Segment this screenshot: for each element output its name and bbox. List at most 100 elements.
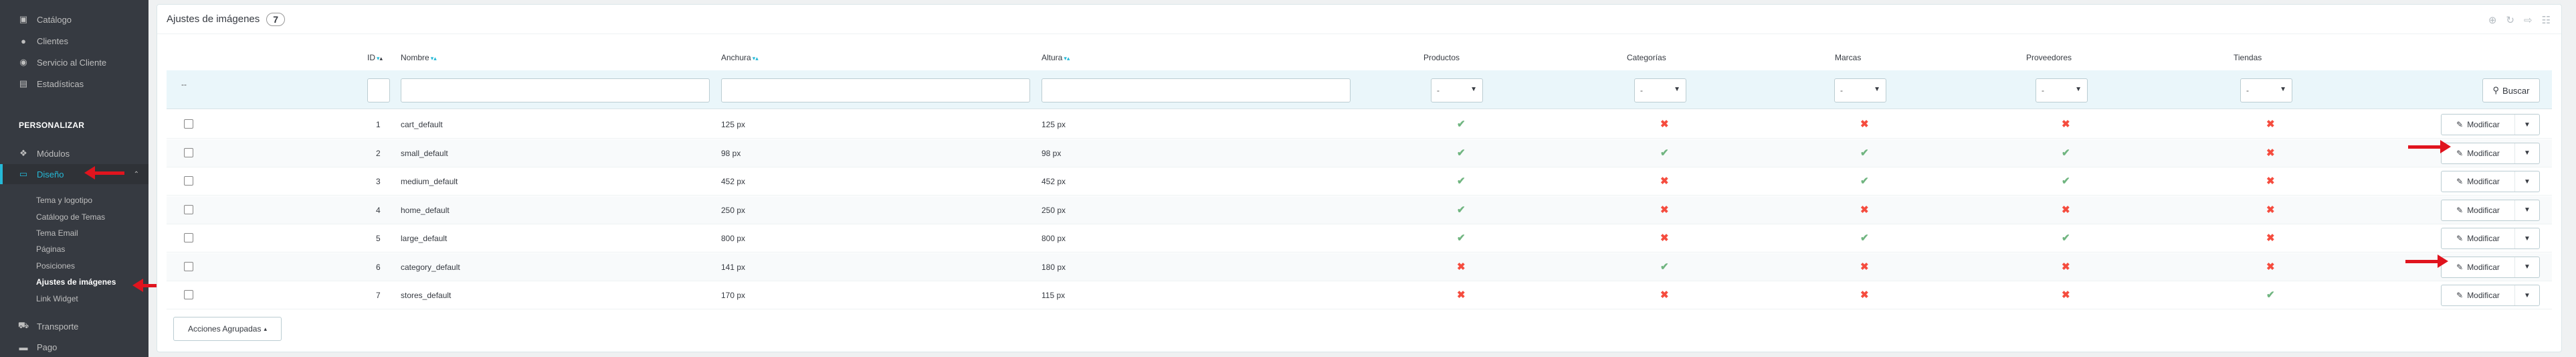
sidebar-subitem[interactable]: Páginas (36, 244, 65, 254)
row-checkbox[interactable] (184, 176, 193, 186)
cross-icon: ✖ (1860, 204, 1869, 216)
sidebar-subitem[interactable]: Link Widget (36, 294, 78, 303)
col-brands-header: Marcas (1835, 53, 1862, 62)
sidebar-item-label: Módulos (37, 148, 70, 159)
row-checkbox[interactable] (184, 290, 193, 299)
search-icon: ⚲ (2492, 85, 2500, 95)
row-checkbox[interactable] (184, 147, 193, 157)
panel-title: Ajustes de imágenes (167, 13, 260, 25)
check-icon: ✔ (1457, 147, 1466, 159)
filter-width-input[interactable] (721, 78, 1030, 102)
sidebar-subitem[interactable]: Tema Email (36, 228, 78, 238)
sidebar-subitem[interactable]: Catálogo de Temas (36, 212, 105, 222)
filter-name-input[interactable] (401, 78, 710, 102)
filter-brands-select[interactable]: - ▼ (1834, 78, 1886, 102)
filter-suppliers-select[interactable]: - ▼ (2036, 78, 2088, 102)
modify-button[interactable]: ✎ Modificar (2442, 257, 2515, 277)
row-actions-dropdown[interactable]: ▼ (2515, 121, 2539, 129)
filter-id-input[interactable] (367, 78, 390, 102)
row-actions-dropdown[interactable]: ▼ (2515, 292, 2539, 299)
modify-button[interactable]: ✎ Modificar (2442, 200, 2515, 220)
filter-height-input[interactable] (1042, 78, 1351, 102)
caret-down-icon: ▼ (2524, 121, 2531, 129)
col-width-header[interactable]: Anchura ▾▴ (721, 53, 759, 62)
modify-button[interactable]: ✎ Modificar (2442, 285, 2515, 305)
col-height-header[interactable]: Altura ▾▴ (1042, 53, 1070, 62)
caret-down-icon: ▼ (2524, 291, 2531, 299)
cell-id: 1 (376, 120, 381, 129)
sidebar-subitem[interactable]: Posiciones (36, 261, 75, 271)
add-icon[interactable]: ⊕ (2488, 14, 2497, 26)
check-icon: ✔ (2062, 175, 2070, 187)
modify-button[interactable]: ✎ Modificar (2442, 228, 2515, 248)
row-actions-dropdown[interactable]: ▼ (2515, 206, 2539, 214)
filter-stores-select[interactable]: - ▼ (2240, 78, 2292, 102)
caret-down-icon: ▼ (2524, 206, 2531, 214)
chevron-down-icon: ▼ (2280, 86, 2286, 93)
sidebar-subitem-active[interactable]: Ajustes de imágenes (36, 277, 116, 287)
check-icon: ✔ (1457, 232, 1466, 244)
cross-icon: ✖ (2062, 119, 2070, 130)
account-circle-icon: ● (21, 35, 26, 46)
cross-icon: ✖ (1457, 289, 1466, 301)
cross-icon: ✖ (1660, 289, 1669, 301)
sql-icon[interactable]: ☷ (2542, 14, 2551, 26)
chevron-down-icon: ▼ (1874, 86, 1880, 93)
check-icon: ✔ (2062, 232, 2070, 244)
row-actions-dropdown[interactable]: ▼ (2515, 149, 2539, 157)
annotation-arrow (2405, 255, 2448, 268)
cell-height: 125 px (1042, 120, 1066, 129)
sidebar-subitem[interactable]: Tema y logotipo (36, 196, 92, 205)
cross-icon: ✖ (2266, 204, 2275, 216)
row-checkbox[interactable] (184, 119, 193, 129)
search-button[interactable]: ⚲ Buscar (2482, 78, 2540, 102)
modify-button[interactable]: ✎ Modificar (2442, 171, 2515, 192)
col-name-header[interactable]: Nombre ▾▴ (401, 53, 437, 62)
row-checkbox[interactable] (184, 261, 193, 271)
cross-icon: ✖ (2266, 175, 2275, 187)
check-icon: ✔ (1860, 175, 1869, 187)
modify-button[interactable]: ✎ Modificar (2442, 143, 2515, 163)
row-actions-dropdown[interactable]: ▼ (2515, 178, 2539, 186)
cell-height: 250 px (1042, 205, 1066, 215)
bulk-actions-button[interactable]: Acciones Agrupadas ▴ (173, 317, 282, 341)
row-actions-dropdown[interactable]: ▼ (2515, 263, 2539, 271)
cell-name: cart_default (401, 120, 443, 129)
sidebar-item-catalogo[interactable]: ▣ Catálogo (0, 9, 148, 29)
filter-products-select[interactable]: - ▼ (1431, 78, 1483, 102)
cell-height: 180 px (1042, 262, 1066, 272)
cell-name: stores_default (401, 291, 452, 300)
check-icon: ✔ (1860, 232, 1869, 244)
sort-icon: ▾▴ (430, 55, 437, 62)
sidebar-item-transporte[interactable]: ⛟ Transporte (0, 316, 148, 336)
col-id-header[interactable]: ID ▾▴ (367, 53, 383, 62)
cell-width: 98 px (721, 148, 741, 158)
pencil-icon: ✎ (2456, 148, 2464, 158)
sidebar-item-label: Servicio al Cliente (37, 57, 107, 68)
filter-categories-select[interactable]: - ▼ (1634, 78, 1686, 102)
check-icon: ✔ (1660, 147, 1669, 159)
modify-label: Modificar (2467, 205, 2500, 215)
row-checkbox[interactable] (184, 204, 193, 214)
check-icon: ✔ (1457, 204, 1466, 216)
sidebar-item-pago[interactable]: ▬ Pago (0, 337, 148, 357)
cross-icon: ✖ (1660, 204, 1669, 216)
sidebar-item-modulos[interactable]: ❖ Módulos (0, 143, 148, 163)
sidebar-item-clientes[interactable]: ● Clientes (0, 31, 148, 51)
refresh-icon[interactable]: ↻ (2506, 14, 2514, 26)
row-checkbox[interactable] (184, 233, 193, 242)
export-icon[interactable]: ⇨ (2524, 14, 2533, 26)
row-actions-dropdown[interactable]: ▼ (2515, 235, 2539, 242)
chevron-down-icon: ▼ (1674, 86, 1680, 93)
table-row: 6 category_default 141 px 180 px ✖ ✔ ✖ ✖ ✖ ✎ Modif… (167, 253, 2552, 281)
store-icon: ▣ (19, 14, 28, 24)
sidebar-item-estadisticas[interactable]: ▤ Estadísticas (0, 74, 148, 94)
chat-icon: ◉ (19, 57, 27, 67)
sidebar-item-diseno[interactable]: ▭ Diseño ⌃ (0, 164, 148, 184)
cross-icon: ✖ (2266, 261, 2275, 273)
sidebar-item-label: Transporte (37, 321, 79, 332)
row-actions: ✎ Modificar ▼ (2441, 114, 2540, 135)
modify-button[interactable]: ✎ Modificar (2442, 115, 2515, 135)
modify-label: Modificar (2467, 234, 2500, 243)
sidebar-item-servicio[interactable]: ◉ Servicio al Cliente (0, 52, 148, 72)
